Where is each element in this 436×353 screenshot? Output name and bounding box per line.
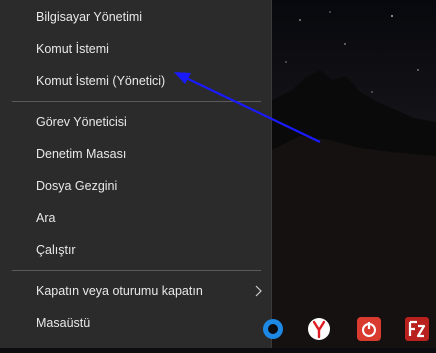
filezilla-icon[interactable] [404, 316, 430, 342]
menu-item-run[interactable]: Çalıştır [0, 235, 271, 265]
edge-icon[interactable] [260, 316, 286, 342]
menu-item-search[interactable]: Ara [0, 203, 271, 233]
menu-item-file-explorer[interactable]: Dosya Gezgini [0, 171, 271, 201]
menu-item-control-panel[interactable]: Denetim Masası [0, 139, 271, 169]
menu-item-label: Kapatın veya oturumu kapatın [36, 284, 203, 298]
winx-context-menu: Bilgisayar Yönetimi Komut İstemi Komut İ… [0, 0, 272, 348]
menu-item-command-prompt-admin[interactable]: Komut İstemi (Yönetici) [0, 66, 271, 96]
menu-separator [12, 101, 261, 102]
chevron-right-icon [255, 285, 262, 297]
menu-item-task-manager[interactable]: Görev Yöneticisi [0, 107, 271, 137]
yandex-browser-icon[interactable] [306, 316, 332, 342]
menu-item-shutdown-signout[interactable]: Kapatın veya oturumu kapatın [0, 276, 271, 306]
menu-item-computer-management[interactable]: Bilgisayar Yönetimi [0, 2, 271, 32]
menu-item-desktop[interactable]: Masaüstü [0, 308, 271, 338]
power-app-icon[interactable] [356, 316, 382, 342]
menu-item-command-prompt[interactable]: Komut İstemi [0, 34, 271, 64]
menu-separator [12, 270, 261, 271]
